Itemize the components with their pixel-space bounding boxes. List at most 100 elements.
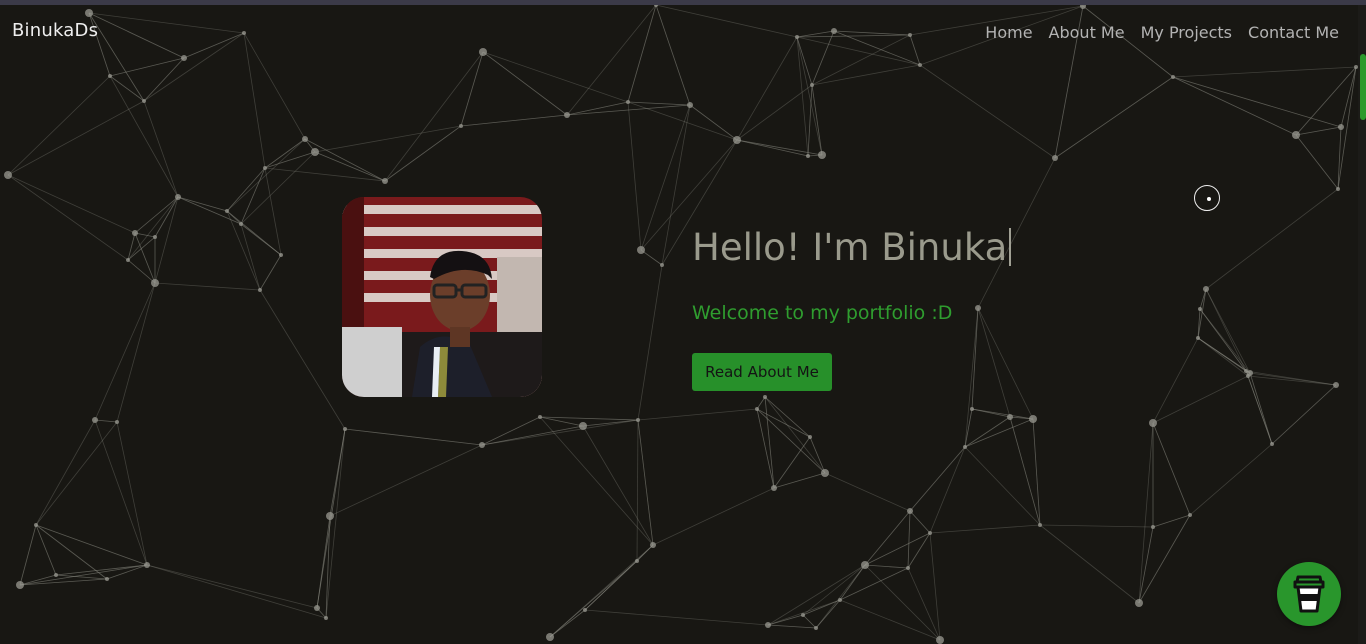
network-node xyxy=(153,235,157,239)
typing-caret xyxy=(1009,228,1012,266)
network-link xyxy=(1197,288,1207,339)
network-link xyxy=(584,544,654,611)
network-link xyxy=(815,564,866,629)
network-link xyxy=(264,138,306,169)
network-link xyxy=(736,84,813,141)
network-link xyxy=(127,259,156,284)
network-node xyxy=(16,581,24,589)
network-link xyxy=(807,84,813,157)
network-node xyxy=(263,166,267,170)
network-link xyxy=(127,196,179,261)
network-link xyxy=(7,100,145,176)
network-node xyxy=(132,230,138,236)
network-link xyxy=(264,151,316,169)
network-node xyxy=(1203,286,1209,292)
network-link xyxy=(183,32,245,59)
network-link xyxy=(314,151,386,182)
network-link xyxy=(1152,422,1191,516)
network-node xyxy=(1336,187,1340,191)
network-link xyxy=(909,510,931,534)
network-node xyxy=(34,523,38,527)
network-link xyxy=(549,609,586,638)
network-node xyxy=(808,435,812,439)
network-link xyxy=(1189,443,1273,516)
network-node xyxy=(1149,419,1157,427)
network-link xyxy=(1172,66,1357,78)
network-node xyxy=(279,253,283,257)
nav-my-projects[interactable]: My Projects xyxy=(1141,23,1232,42)
network-link xyxy=(7,75,111,176)
network-node xyxy=(1052,155,1058,161)
network-link xyxy=(919,64,1056,159)
network-node xyxy=(181,55,187,61)
network-node xyxy=(755,407,759,411)
network-link xyxy=(154,196,179,238)
network-link xyxy=(1152,375,1249,424)
nav-about-me[interactable]: About Me xyxy=(1049,23,1125,42)
network-node xyxy=(795,35,799,39)
network-link xyxy=(539,416,639,421)
network-link xyxy=(796,34,911,38)
network-node xyxy=(936,636,944,644)
network-node xyxy=(660,263,664,267)
network-link xyxy=(767,624,817,629)
network-link xyxy=(796,36,823,156)
network-link xyxy=(627,5,657,103)
network-link xyxy=(864,510,911,566)
network-link xyxy=(1197,337,1249,377)
network-link xyxy=(329,444,483,517)
network-link xyxy=(143,57,185,102)
network-node xyxy=(546,633,554,641)
network-node xyxy=(928,531,932,535)
network-node xyxy=(126,258,130,262)
network-link xyxy=(134,232,156,238)
network-node xyxy=(343,427,347,431)
network-link xyxy=(652,487,775,546)
network-link xyxy=(811,30,835,86)
network-link xyxy=(964,446,1041,526)
network-link xyxy=(736,139,823,156)
particle-network-background xyxy=(4,5,1358,644)
network-link xyxy=(1205,188,1339,290)
network-link xyxy=(1009,416,1041,526)
network-link xyxy=(226,210,282,256)
network-node xyxy=(311,148,319,156)
network-node xyxy=(1246,374,1250,378)
network-link xyxy=(971,408,1034,420)
network-link xyxy=(655,5,798,38)
network-node xyxy=(821,469,829,477)
network-node xyxy=(1188,513,1192,517)
network-link xyxy=(177,196,228,212)
network-link xyxy=(736,36,798,141)
main-nav: Home About Me My Projects Contact Me xyxy=(985,23,1339,42)
network-node xyxy=(763,395,767,399)
nav-home[interactable]: Home xyxy=(985,23,1032,42)
network-link xyxy=(1247,375,1273,445)
network-node xyxy=(1333,382,1339,388)
network-link xyxy=(88,12,245,34)
network-link xyxy=(481,416,541,446)
network-link xyxy=(264,167,386,182)
network-link xyxy=(909,34,921,66)
network-node xyxy=(108,74,112,78)
network-node xyxy=(1135,599,1143,607)
network-node xyxy=(142,99,146,103)
network-link xyxy=(94,282,156,421)
network-node xyxy=(1038,523,1042,527)
read-about-me-button[interactable]: Read About Me xyxy=(692,353,832,391)
network-link xyxy=(109,75,179,198)
page-scrollbar-thumb[interactable] xyxy=(1360,54,1366,120)
network-link xyxy=(1138,514,1191,604)
network-node xyxy=(635,559,639,563)
network-link xyxy=(154,196,179,284)
network-node xyxy=(831,28,837,34)
network-link xyxy=(627,101,691,106)
brand-logo[interactable]: BinukaDs xyxy=(12,20,98,41)
buy-me-coffee-button[interactable] xyxy=(1277,562,1341,626)
hero-greeting-text: Hello! I'm Binuka xyxy=(692,226,1008,269)
network-link xyxy=(796,36,921,66)
network-link xyxy=(637,264,663,421)
nav-contact-me[interactable]: Contact Me xyxy=(1248,23,1339,42)
network-link xyxy=(689,104,738,141)
network-link xyxy=(909,446,966,512)
